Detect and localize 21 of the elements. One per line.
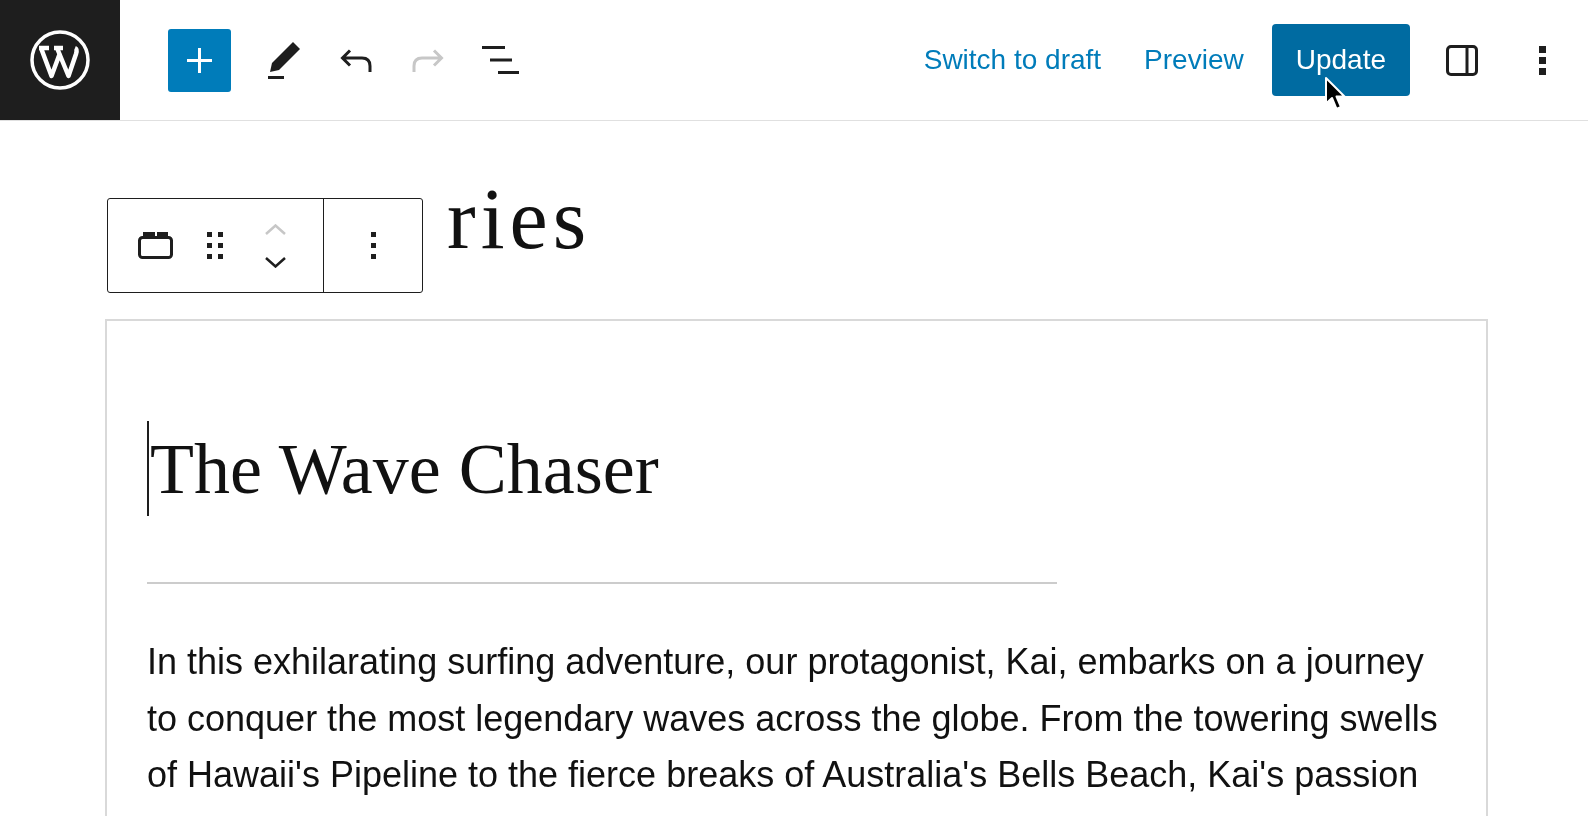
- link-button[interactable]: Switch to draft: [911, 28, 1114, 92]
- pencil-icon: [268, 41, 300, 79]
- chevron-down-icon: [265, 256, 286, 268]
- add-block-button[interactable]: [168, 28, 231, 92]
- logo-icon: [30, 30, 90, 90]
- plus-icon: [187, 47, 212, 73]
- list-view-icon: [481, 46, 519, 74]
- vertical-ellipsis-icon: [370, 232, 376, 259]
- sidebar-panel-icon: [1446, 44, 1478, 76]
- group-icon: [137, 232, 173, 259]
- link-button[interactable]: Preview: [1132, 28, 1256, 92]
- vertical-ellipsis-icon: [1538, 45, 1546, 75]
- chevron-up-icon: [265, 223, 286, 235]
- drag-dots-icon: [207, 232, 223, 259]
- post-title: ries: [447, 176, 592, 262]
- heading-text: The Wave Chaser: [150, 432, 659, 505]
- redo-icon: [412, 48, 444, 72]
- home-button[interactable]: [0, 0, 120, 120]
- paragraph-text: In this exhilarating surfing adventure, our protagonist, Kai, embarks on a journey to conquer the most legendary waves across the globe. From the towering swells of Hawaii's Pipeline to the fierce breaks of Australia's Bells Beach, Kai's passion: [147, 640, 1439, 797]
- undo-icon: [340, 48, 372, 72]
- primary-button[interactable]: Update: [1271, 24, 1410, 96]
